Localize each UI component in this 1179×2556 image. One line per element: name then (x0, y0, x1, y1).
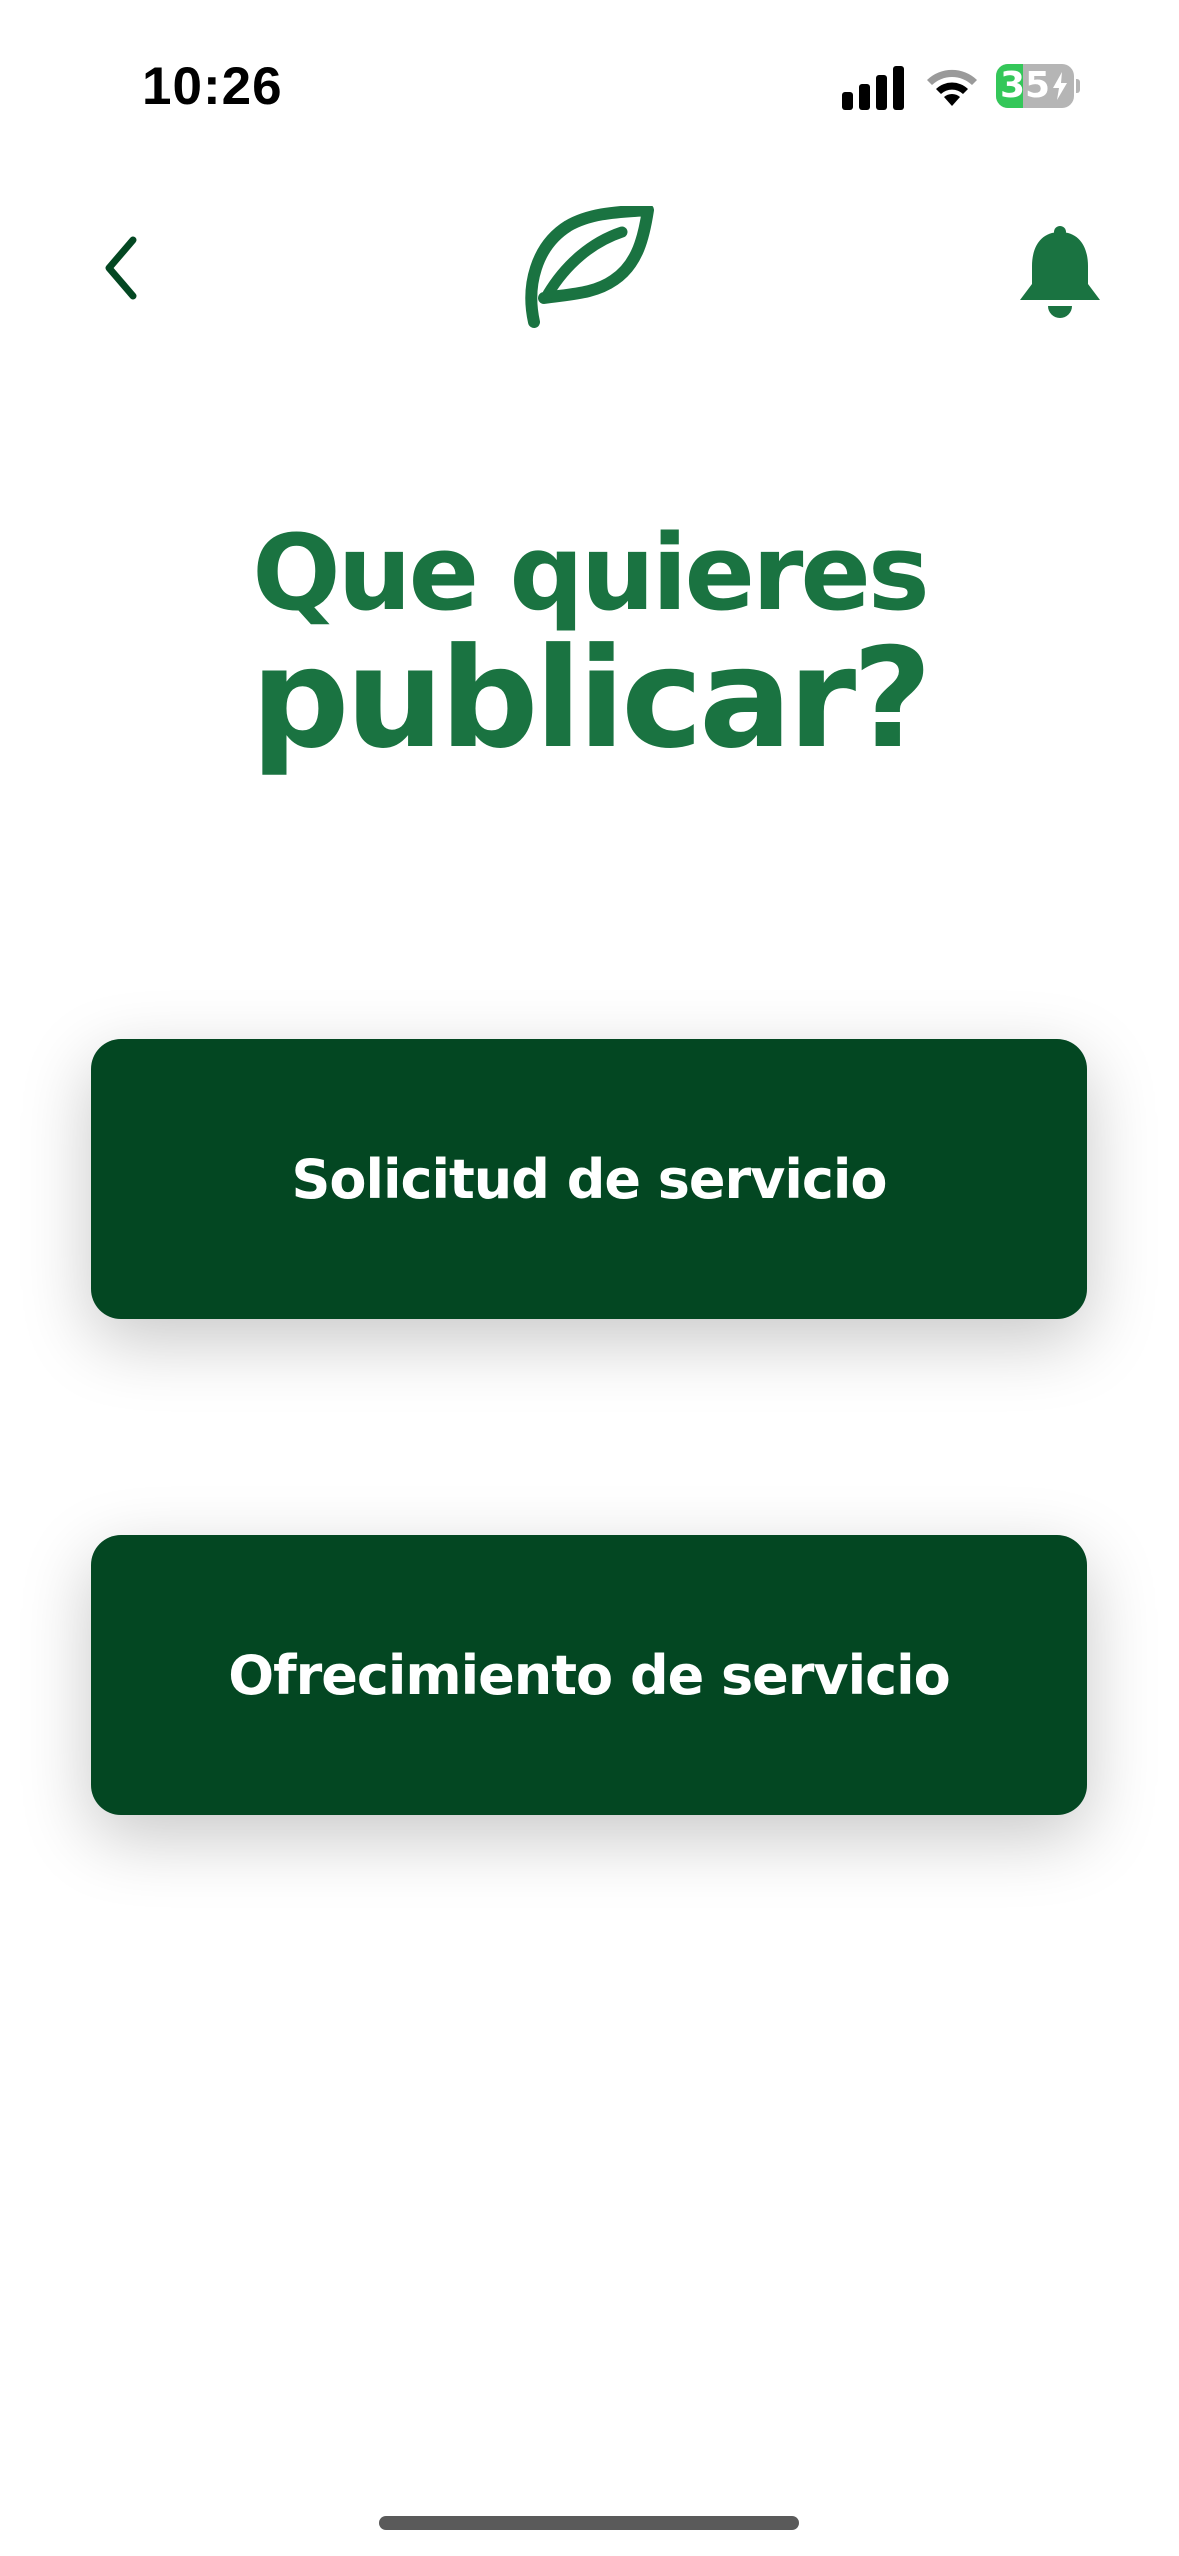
chevron-left-icon (105, 236, 137, 300)
back-button[interactable] (86, 222, 158, 314)
leaf-icon (525, 206, 654, 328)
publish-choice-screen: 10:26 35 Que quieres publicar? Solicitud… (0, 0, 1179, 2556)
service-offer-label: Ofrecimiento de servicio (228, 1643, 951, 1707)
battery-body: 35 (996, 64, 1074, 108)
battery-cap (1076, 79, 1080, 93)
battery-icon: 35 (996, 64, 1080, 108)
service-offer-button[interactable]: Ofrecimiento de servicio (91, 1535, 1087, 1815)
notifications-button[interactable] (1014, 226, 1106, 326)
charging-bolt-icon (1053, 72, 1067, 100)
home-indicator[interactable] (379, 2516, 799, 2530)
service-request-button[interactable]: Solicitud de servicio (91, 1039, 1087, 1319)
service-request-label: Solicitud de servicio (291, 1147, 887, 1211)
battery-level-text: 35 (1000, 65, 1051, 106)
wifi-icon (927, 69, 977, 106)
bell-icon (1020, 226, 1100, 318)
status-time: 10:26 (142, 57, 283, 116)
cellular-signal-icon (842, 66, 904, 110)
page-title-line-2: publicar? (250, 618, 932, 779)
page-title-line-1: Que quieres (252, 512, 930, 634)
